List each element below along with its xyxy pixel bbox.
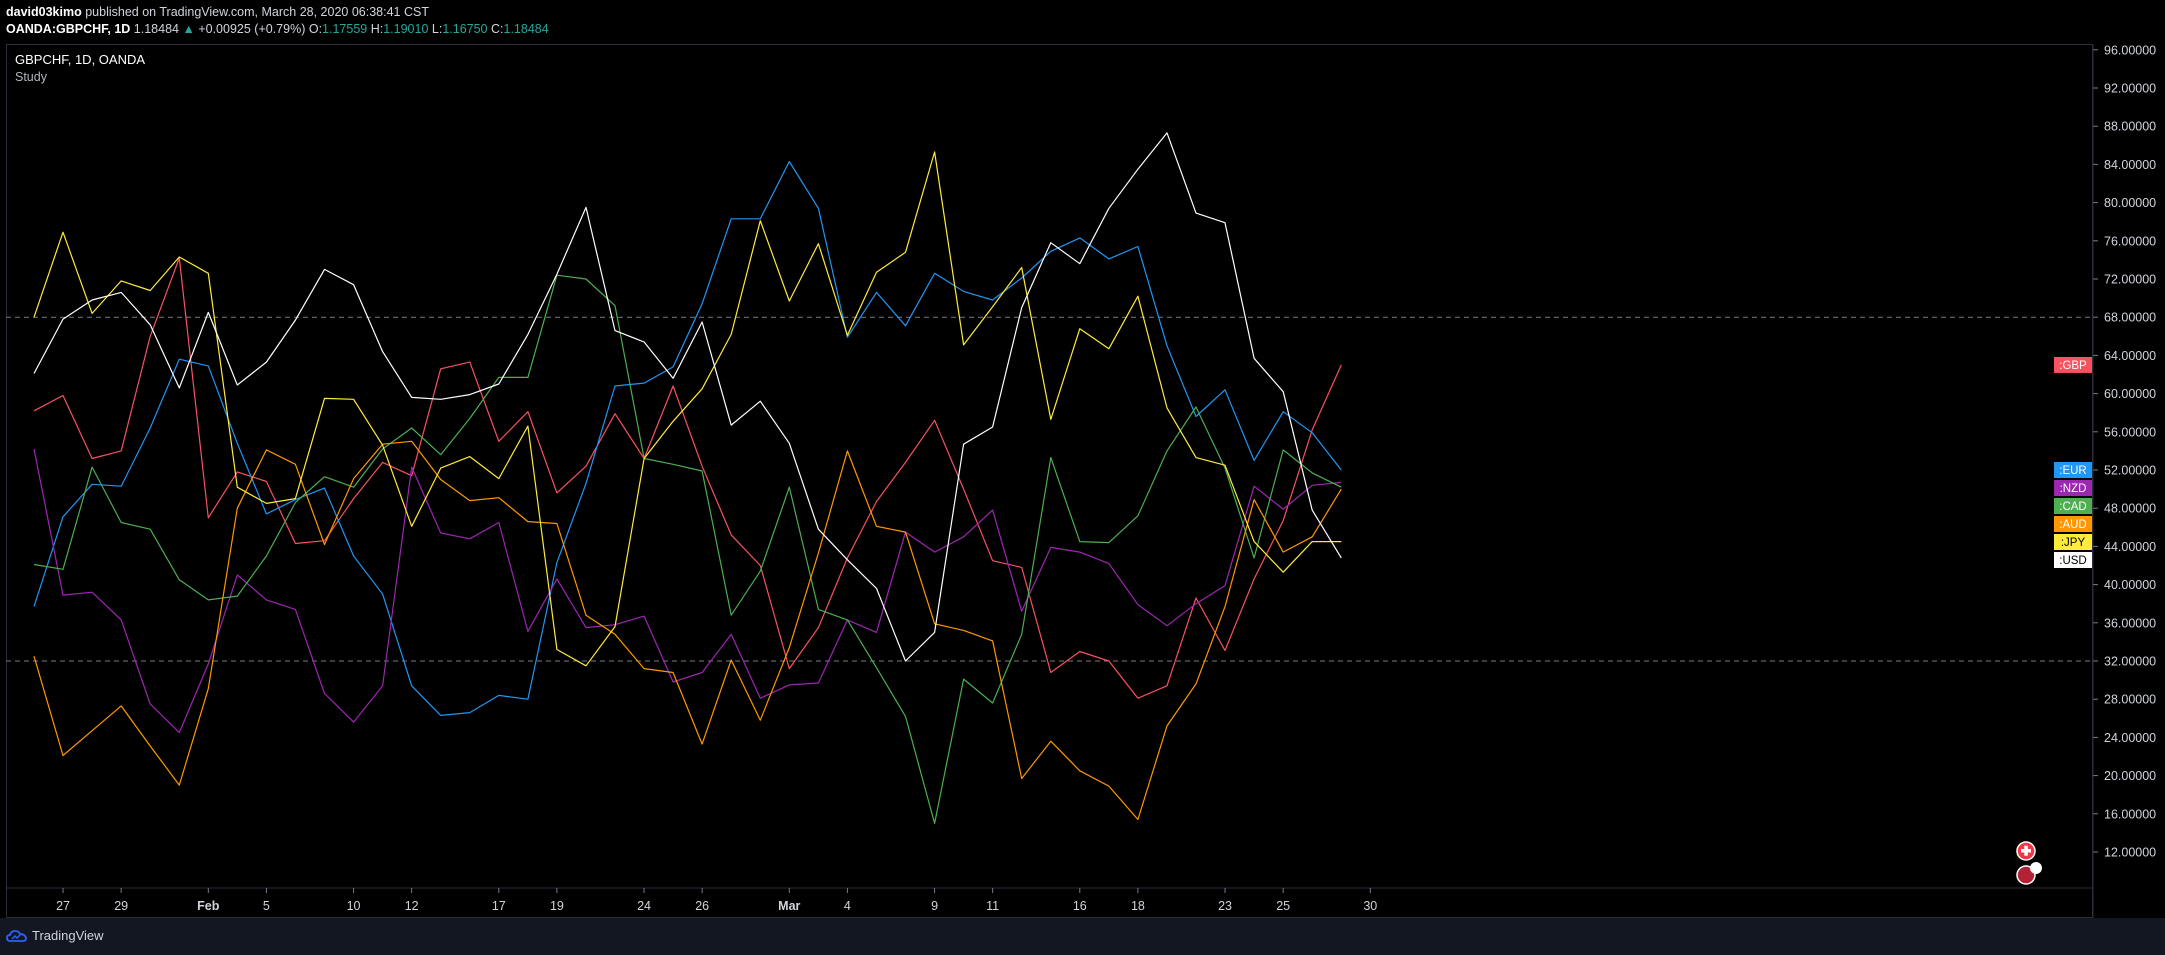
price-tick-label: 24.00000 (2104, 731, 2156, 745)
series-tag-label-nzd: :NZD (2060, 483, 2087, 495)
time-tick-label: 17 (492, 899, 506, 913)
price-tick-label: 28.00000 (2104, 693, 2156, 707)
price-tick-label: 80.00000 (2104, 196, 2156, 210)
price-tick-label: 96.00000 (2104, 43, 2156, 57)
time-tick-label: 10 (347, 899, 361, 913)
price-tick-label: 32.00000 (2104, 655, 2156, 669)
series-tag-label-jpy: :JPY (2061, 537, 2086, 549)
price-tick-label: 12.00000 (2104, 846, 2156, 860)
price-tick-label: 88.00000 (2104, 120, 2156, 134)
event-markers (2016, 841, 2042, 885)
time-tick-label: 11 (986, 899, 999, 913)
time-tick-label: 30 (1363, 899, 1377, 913)
time-tick-label: 29 (114, 899, 128, 913)
series-line-jpy[interactable] (33, 151, 1342, 667)
tradingview-cloud-icon (6, 929, 27, 942)
legend-symbol[interactable]: GBPCHF, 1D, OANDA (15, 52, 145, 67)
price-tick-label: 52.00000 (2104, 464, 2156, 478)
tradingview-brand: TradingView (32, 928, 104, 943)
price-tick-label: 56.00000 (2104, 425, 2156, 439)
time-tick-label: 4 (844, 899, 851, 913)
series-tag-label-aud: :AUD (2059, 519, 2086, 531)
price-tick-label: 72.00000 (2104, 273, 2156, 287)
series-tag-label-cad: :CAD (2059, 501, 2086, 513)
time-tick-label: 25 (1276, 899, 1290, 913)
time-tick-label: Mar (778, 899, 800, 913)
time-tick-label: 26 (695, 899, 709, 913)
price-tick-label: 64.00000 (2104, 349, 2156, 363)
chart-legend: GBPCHF, 1D, OANDA Study (15, 52, 145, 84)
price-tick-label: 76.00000 (2104, 234, 2156, 248)
time-tick-label: Feb (197, 899, 220, 913)
series-tag-label-usd: :USD (2059, 555, 2086, 567)
time-axis[interactable]: 27 29 Feb 5 10 12 17 19 24 26 Mar 4 9 11 16 18 23 25 30 (56, 888, 1377, 913)
chart-canvas[interactable]: 12.00000 16.00000 20.00000 24.00000 28.00000… (0, 0, 2165, 918)
time-tick-label: 19 (550, 899, 564, 913)
footer-bar (0, 918, 2165, 955)
series-tag-label-eur: :EUR (2059, 465, 2086, 477)
price-tick-label: 48.00000 (2104, 502, 2156, 516)
time-tick-label: 27 (56, 899, 70, 913)
series-line-usd[interactable] (33, 132, 1342, 662)
time-tick-label: 18 (1131, 899, 1145, 913)
price-tick-label: 40.00000 (2104, 578, 2156, 592)
time-tick-label: 24 (637, 899, 651, 913)
series-lines (33, 132, 1342, 825)
price-tick-label: 92.00000 (2104, 82, 2156, 96)
tradingview-logo[interactable]: TradingView (6, 928, 104, 943)
price-tick-label: 84.00000 (2104, 158, 2156, 172)
series-line-aud[interactable] (33, 440, 1342, 821)
legend-study[interactable]: Study (15, 70, 145, 84)
time-tick-label: 9 (931, 899, 938, 913)
series-line-nzd[interactable] (33, 448, 1342, 734)
level-lines (6, 316, 2093, 662)
time-tick-label: 12 (405, 899, 419, 913)
event-count-badge (2030, 862, 2042, 874)
price-tick-label: 68.00000 (2104, 311, 2156, 325)
cross-v-icon (2024, 845, 2028, 856)
price-axis[interactable]: 12.00000 16.00000 20.00000 24.00000 28.00000… (2093, 43, 2156, 860)
price-tick-label: 60.00000 (2104, 387, 2156, 401)
time-tick-label: 16 (1073, 899, 1087, 913)
time-tick-label: 5 (263, 899, 270, 913)
time-tick-label: 23 (1218, 899, 1232, 913)
series-tags: :GBP :EUR :NZD :CAD :AUD :JPY :USD (2054, 356, 2092, 568)
price-tick-label: 44.00000 (2104, 540, 2156, 554)
price-tick-label: 36.00000 (2104, 616, 2156, 630)
price-tick-label: 16.00000 (2104, 807, 2156, 821)
price-tick-label: 20.00000 (2104, 769, 2156, 783)
series-tag-label-gbp: :GBP (2059, 360, 2087, 372)
